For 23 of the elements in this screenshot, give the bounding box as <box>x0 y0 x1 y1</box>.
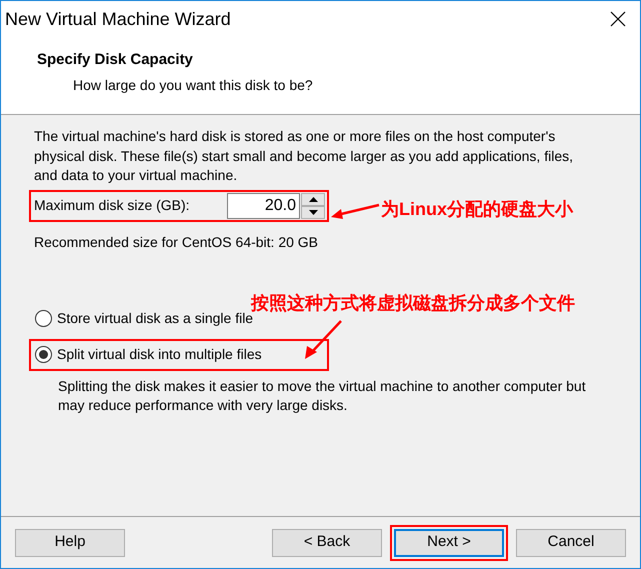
disk-size-field[interactable]: 20.0 <box>227 192 300 218</box>
dialog-button[interactable]: < Back <box>272 528 382 556</box>
description-text: The virtual machine's hard disk is stored as one or more files on the host computer's physical disk. These file(s) start small and become larger as you add applications, files, and data to your virtual machine. <box>33 127 574 185</box>
field-label: Maximum disk size (GB): <box>34 196 191 215</box>
down-arrow-icon <box>308 210 318 214</box>
dialog-button[interactable]: Next > <box>394 528 504 556</box>
radio-button[interactable] <box>35 310 52 327</box>
option-description: Splitting the disk makes it easier to move the virtual machine to another computer but may reduce performance with very large disks. <box>57 376 587 415</box>
recommendation-text: Recommended size for CentOS 64-bit: 20 GB <box>33 232 320 252</box>
close-icon[interactable] <box>610 11 626 27</box>
up-arrow-icon <box>308 196 318 202</box>
annotation-text: 为Linux分配的硬盘大小 <box>381 198 573 221</box>
dialog-button[interactable]: Cancel <box>516 528 626 556</box>
decrement-button[interactable] <box>301 206 325 218</box>
annotation-arrow <box>331 203 381 220</box>
dialog-button[interactable]: Help <box>15 528 125 556</box>
page-subtitle: How large do you want this disk to be? <box>72 76 314 95</box>
page-heading: Specify Disk Capacity <box>37 50 194 70</box>
radio-button[interactable] <box>35 346 52 363</box>
annotation-text: 按照这种方式将虚拟磁盘拆分成多个文件 <box>251 292 575 313</box>
window-title: New Virtual Machine Wizard <box>5 8 231 30</box>
increment-button[interactable] <box>301 192 325 206</box>
radio-option[interactable]: Split virtual disk into multiple files <box>35 344 262 365</box>
